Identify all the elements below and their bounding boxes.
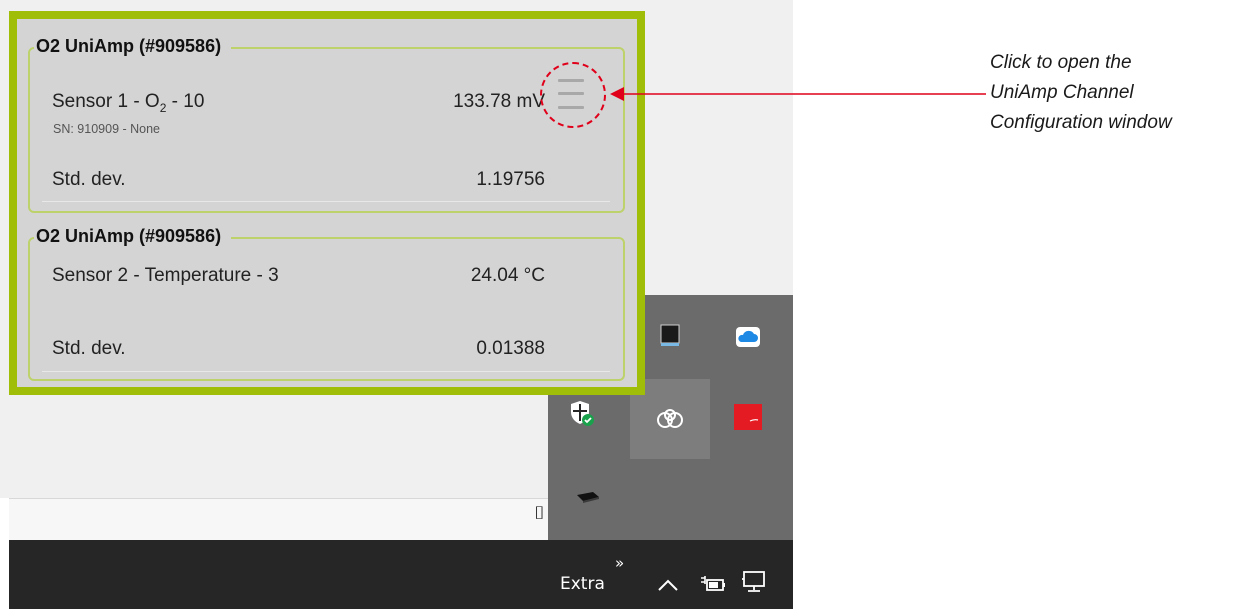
highlight-circle bbox=[540, 62, 606, 128]
channel-2-group: O2 UniAmp (#909586) Sensor 2 - Temperatu… bbox=[28, 226, 625, 381]
channel-1-serial-number: SN: 910909 - None bbox=[53, 122, 161, 136]
channel-1-value: 133.78 mV bbox=[453, 91, 545, 112]
annotation-arrow bbox=[610, 87, 986, 101]
red-app-icon[interactable] bbox=[728, 397, 768, 437]
channel-2-value: 24.04 °C bbox=[470, 265, 545, 286]
channel-2-group-title: O2 UniAmp (#909586) bbox=[34, 226, 232, 247]
annotation-line: Click to open the bbox=[990, 52, 1132, 73]
window-strip bbox=[9, 498, 554, 541]
battery-plug-icon[interactable] bbox=[699, 574, 727, 599]
annotation-callout: Click to open the UniAmp Channel Configu… bbox=[990, 48, 1240, 138]
annotation-line: Configuration window bbox=[990, 112, 1172, 133]
channel-2-stddev-value: 0.01388 bbox=[476, 338, 545, 359]
network-icon[interactable] bbox=[741, 570, 767, 599]
channel-2-stddev-label: Std. dev. bbox=[52, 338, 126, 359]
channel-1-stddev-value: 1.19756 bbox=[476, 169, 545, 190]
channel-1-stddev-label: Std. dev. bbox=[52, 169, 126, 190]
taskbar: Extra » bbox=[9, 540, 793, 609]
partial-window-icon: ⌷ bbox=[534, 503, 545, 524]
usb-drive-icon[interactable] bbox=[568, 477, 608, 517]
display-icon[interactable] bbox=[650, 315, 690, 355]
extra-toolbar-label[interactable]: Extra bbox=[560, 574, 605, 594]
channel-1-group-title: O2 UniAmp (#909586) bbox=[34, 36, 232, 57]
channel-1-sensor-name: Sensor 1 - O2 - 10 bbox=[52, 91, 205, 115]
toolbar-overflow-icon[interactable]: » bbox=[615, 554, 624, 572]
show-hidden-icons-chevron-icon[interactable] bbox=[657, 578, 679, 597]
annotation-line: UniAmp Channel bbox=[990, 82, 1134, 103]
channel-2-sensor-name: Sensor 2 - Temperature - 3 bbox=[52, 265, 279, 286]
channel-1-group: O2 UniAmp (#909586) Sensor 1 - O2 - 10 S… bbox=[28, 36, 625, 213]
cloud-icon[interactable] bbox=[728, 317, 768, 357]
channel-1-divider bbox=[42, 201, 610, 202]
defender-shield-icon[interactable] bbox=[562, 393, 602, 433]
channel-2-divider bbox=[42, 371, 610, 372]
